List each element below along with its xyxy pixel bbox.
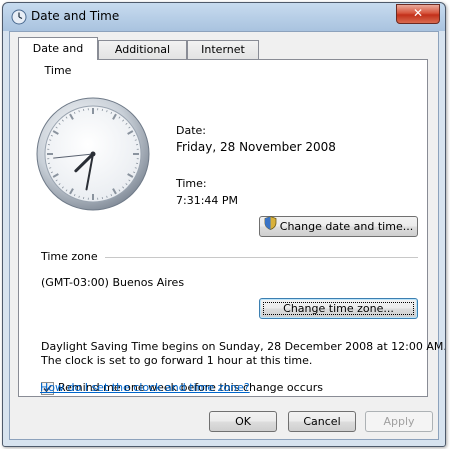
focus-rectangle: [263, 302, 414, 315]
dst-line-1: Daylight Saving Time begins on Sunday, 2…: [41, 340, 446, 353]
tab-additional-clocks[interactable]: Additional Clocks: [98, 40, 187, 74]
time-zone-value: (GMT-03:00) Buenos Aires: [41, 276, 185, 289]
change-time-zone-button[interactable]: Change time zone...: [259, 298, 418, 319]
time-value: 7:31:44 PM: [176, 194, 239, 207]
analog-clock: [35, 96, 151, 212]
date-time-dialog: Date and Time ✕ Date and Time Additional…: [2, 2, 446, 447]
help-link[interactable]: How do I set the clock and time zone?: [40, 381, 250, 394]
shield-icon: [264, 216, 277, 236]
tab-panel: Date: Friday, 28 November 2008 Time: 7:3…: [18, 59, 445, 397]
date-value: Friday, 28 November 2008: [176, 140, 336, 154]
tab-internet-time[interactable]: Internet Time: [187, 40, 259, 74]
close-icon: ✕: [412, 6, 424, 20]
ok-button[interactable]: OK: [209, 411, 277, 432]
apply-button[interactable]: Apply: [365, 411, 433, 432]
dst-line-2: The clock is set to go forward 1 hour at…: [41, 354, 313, 367]
title-bar[interactable]: Date and Time ✕: [3, 3, 445, 31]
ok-label: OK: [235, 415, 251, 428]
close-button[interactable]: ✕: [396, 4, 440, 24]
change-date-time-button[interactable]: Change date and time...: [259, 216, 418, 237]
change-date-time-label: Change date and time...: [279, 220, 414, 233]
window-title: Date and Time: [31, 9, 120, 23]
apply-label: Apply: [383, 415, 415, 428]
time-label: Time:: [176, 177, 207, 190]
cancel-label: Cancel: [303, 415, 341, 428]
clock-app-icon: [11, 9, 27, 25]
time-zone-section-label: Time zone: [41, 250, 98, 263]
date-label: Date:: [176, 124, 206, 137]
tab-date-and-time[interactable]: Date and Time: [18, 37, 98, 77]
time-zone-divider: [105, 257, 418, 258]
dialog-body: Date and Time Additional Clocks Internet…: [9, 31, 445, 440]
cancel-button[interactable]: Cancel: [288, 411, 356, 432]
